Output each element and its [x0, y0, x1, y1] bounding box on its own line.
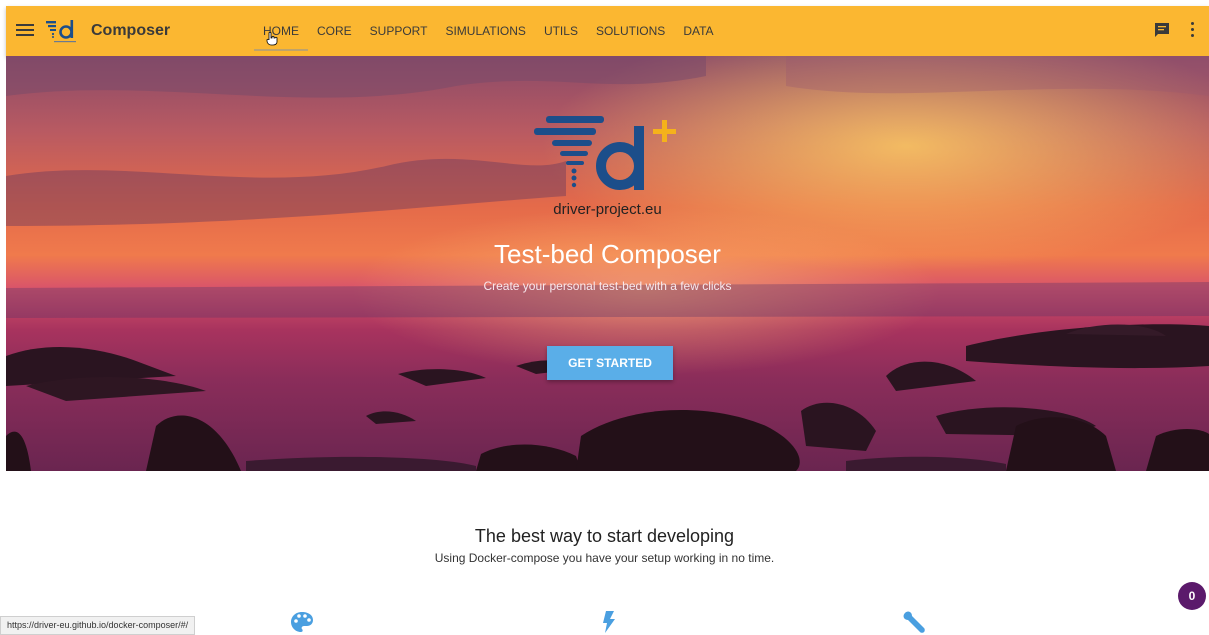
menu-icon[interactable] — [16, 21, 34, 41]
driver-plus-logo — [534, 116, 676, 190]
wrench-icon — [903, 611, 925, 633]
flash-icon — [603, 611, 615, 633]
app-title: Composer — [91, 22, 171, 39]
section-subtitle: Using Docker-compose you have your setup… — [434, 551, 775, 565]
hand-cursor-icon — [266, 32, 278, 46]
nav-support[interactable]: SUPPORT — [361, 6, 437, 56]
nav-utils[interactable]: UTILS — [535, 6, 587, 56]
status-bar-url: https://driver-eu.github.io/docker-compo… — [0, 616, 196, 635]
driver-logo[interactable] — [44, 17, 84, 45]
hero-banner: driver-project.eu Test-bed Composer Crea… — [6, 56, 1209, 471]
palette-icon — [291, 612, 313, 632]
nav-solutions[interactable]: SOLUTIONS — [587, 6, 674, 56]
hero-subtitle: Create your personal test-bed with a few… — [483, 279, 732, 293]
main-nav: HOME CORE SUPPORT SIMULATIONS UTILS SOLU… — [254, 6, 723, 56]
notification-badge[interactable]: 0 — [1178, 582, 1206, 610]
site-url: driver-project.eu — [553, 201, 662, 218]
nav-data[interactable]: DATA — [674, 6, 722, 56]
chat-icon[interactable] — [1153, 21, 1171, 39]
section-title: The best way to start developing — [474, 526, 735, 546]
nav-core[interactable]: CORE — [308, 6, 361, 56]
hero-title: Test-bed Composer — [494, 239, 721, 269]
get-started-button[interactable]: GET STARTED — [547, 346, 673, 380]
app-bar: Composer HOME CORE SUPPORT SIMULATIONS U… — [6, 6, 1209, 56]
nav-home[interactable]: HOME — [254, 6, 308, 56]
more-vert-icon[interactable] — [1189, 22, 1195, 40]
nav-simulations[interactable]: SIMULATIONS — [436, 6, 534, 56]
